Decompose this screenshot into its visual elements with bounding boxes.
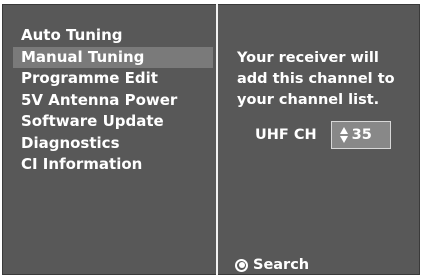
channel-row: UHF CH 35 [255,121,391,149]
menu-item-auto-tuning[interactable]: Auto Tuning [13,25,213,47]
setup-menu: Auto Tuning Manual Tuning Programme Edit… [13,25,213,176]
menu-item-ci-information[interactable]: CI Information [13,154,213,176]
search-button[interactable]: Search [235,257,309,273]
menu-item-software-update[interactable]: Software Update [13,111,213,133]
info-message-line: your channel list. [237,92,380,108]
radio-dot [238,262,245,268]
menu-item-programme-edit[interactable]: Programme Edit [13,68,213,90]
panel-divider [216,4,218,275]
channel-stepper[interactable]: 35 [330,121,391,149]
info-message: Your receiver will add this channel to y… [237,48,409,111]
search-label: Search [253,257,310,273]
menu-item-5v-antenna-power[interactable]: 5V Antenna Power [13,90,213,112]
channel-value: 35 [351,127,372,143]
menu-item-manual-tuning[interactable]: Manual Tuning [13,46,213,68]
up-down-arrows-icon [339,127,348,143]
radio-selected-icon [235,258,248,272]
menu-item-diagnostics[interactable]: Diagnostics [13,133,213,155]
info-message-line: add this channel to [237,71,395,87]
arrow-up-icon [339,127,348,134]
arrow-down-icon [339,136,348,143]
channel-label: UHF CH [255,127,317,143]
info-message-line: Your receiver will [237,50,379,66]
